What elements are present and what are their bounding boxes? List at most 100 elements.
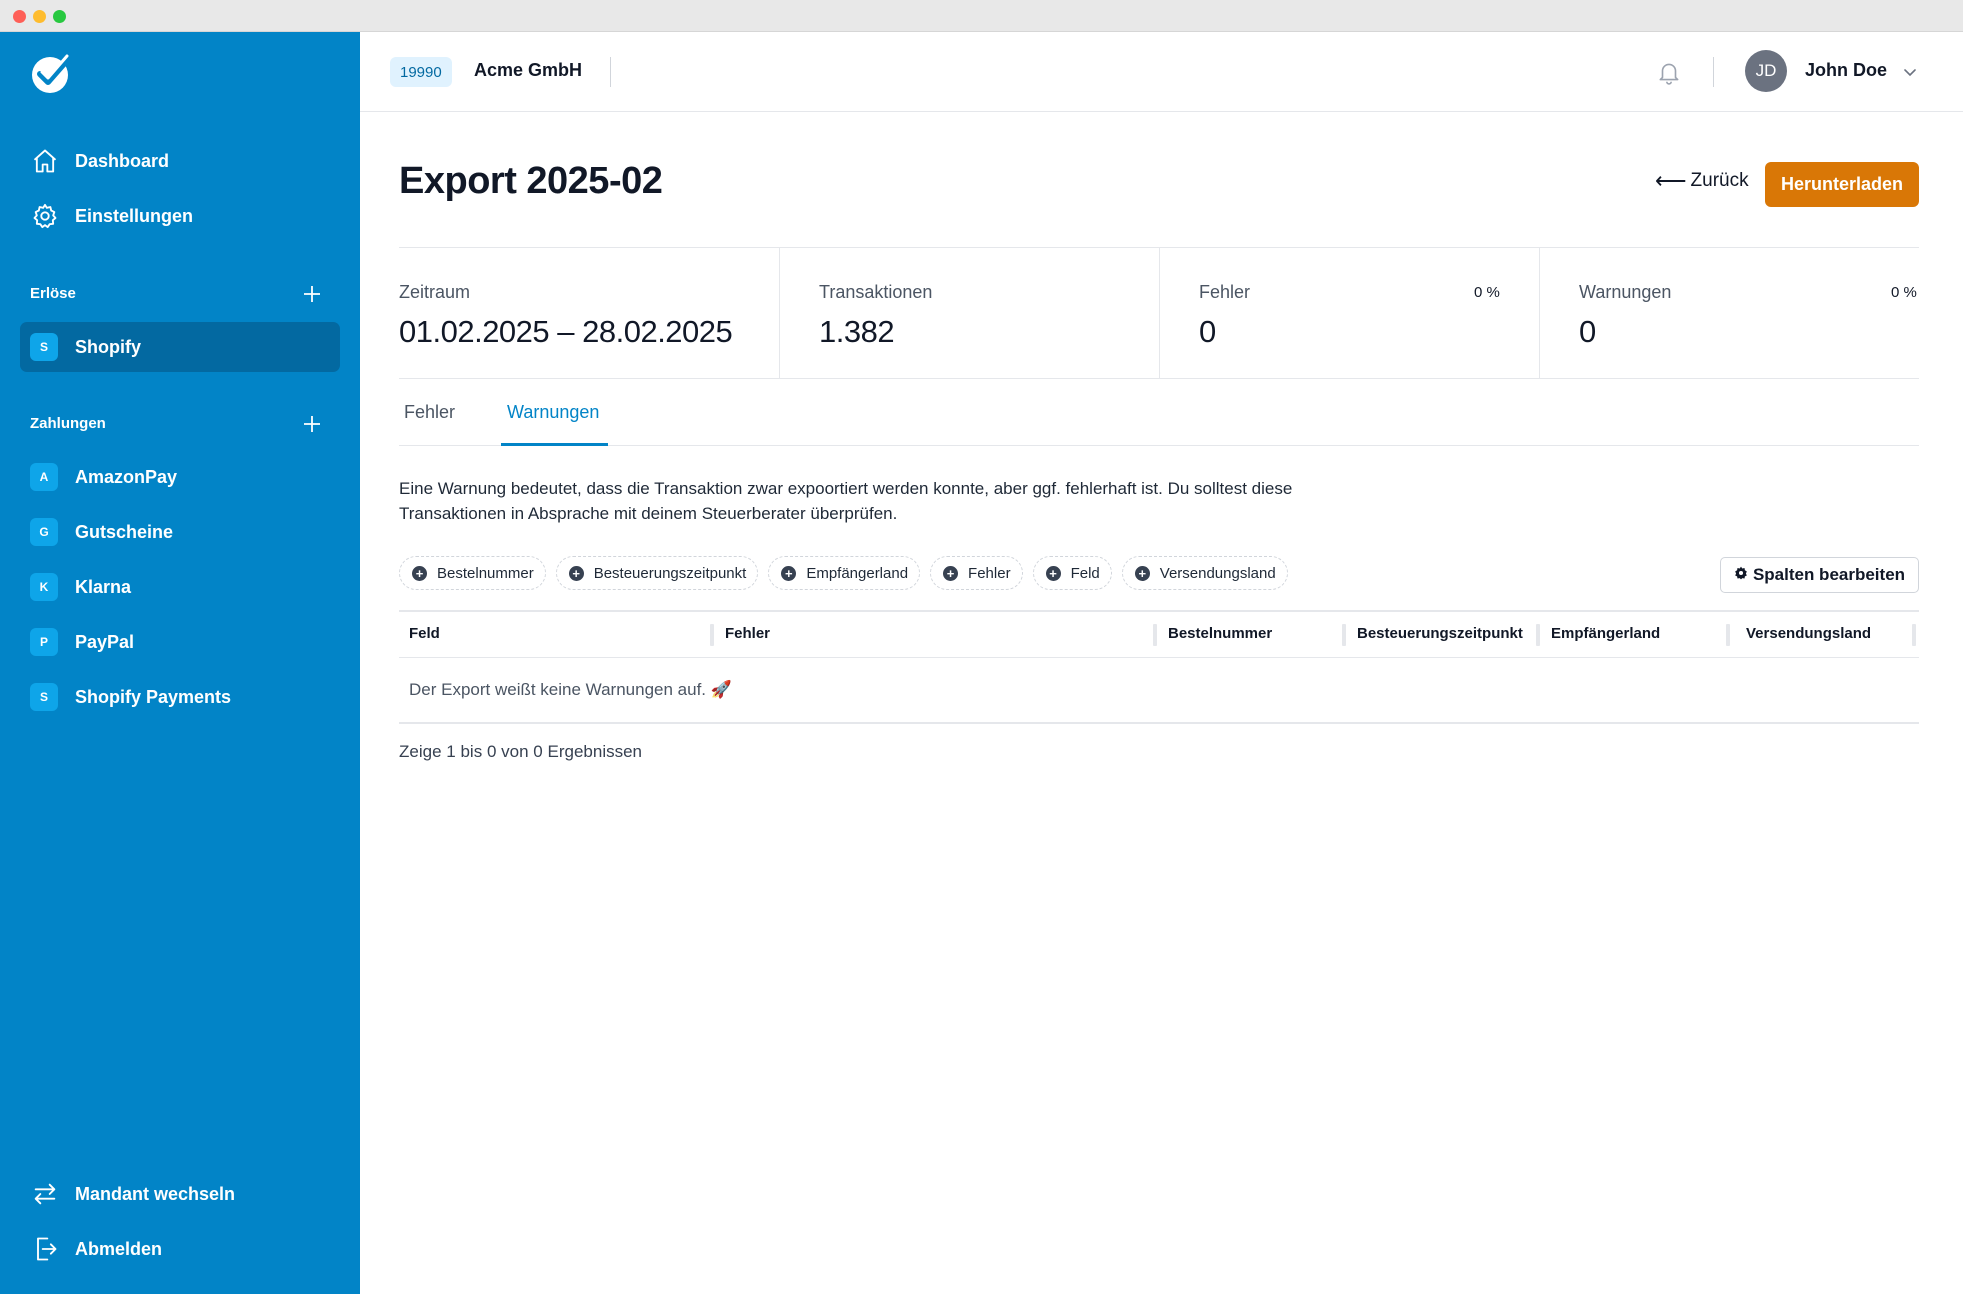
stat-label: Transaktionen bbox=[819, 282, 933, 302]
plus-circle-icon: + bbox=[943, 565, 959, 581]
filter-label: Empfängerland bbox=[806, 564, 909, 582]
chevron-down-icon[interactable] bbox=[1900, 62, 1920, 82]
plus-circle-icon: + bbox=[568, 565, 584, 581]
download-button[interactable]: Herunterladen bbox=[1765, 162, 1919, 207]
sidebar-item-label: Shopify bbox=[75, 336, 141, 357]
filter-chip-empfaengerland[interactable]: + Empfängerland bbox=[768, 556, 921, 590]
stat-label: Zeitraum bbox=[399, 282, 471, 302]
sidebar-item-label: Abmelden bbox=[75, 1238, 163, 1259]
sidebar-item-shopify-payments[interactable]: S Shopify Payments bbox=[20, 672, 340, 722]
filter-chip-feld[interactable]: + Feld bbox=[1032, 556, 1112, 590]
sidebar-item-dashboard[interactable]: Dashboard bbox=[20, 136, 340, 186]
back-label: Zurück bbox=[1690, 170, 1749, 191]
stat-percentage: 0 % bbox=[1474, 284, 1500, 301]
plus-circle-icon: + bbox=[412, 565, 427, 581]
plus-circle-icon: + bbox=[1134, 565, 1150, 581]
result-count-suffix: Ergebnissen bbox=[547, 742, 643, 761]
plus-circle-icon: + bbox=[1045, 565, 1061, 581]
sidebar-item-klarna[interactable]: K Klarna bbox=[20, 562, 340, 612]
column-header-empfaengerland[interactable]: Empfängerland bbox=[1551, 625, 1660, 642]
column-header-feld[interactable]: Feld bbox=[409, 625, 440, 642]
add-payment-source-button[interactable] bbox=[298, 410, 326, 438]
column-resize-handle[interactable] bbox=[710, 624, 714, 646]
column-header-fehler[interactable]: Fehler bbox=[725, 625, 770, 642]
column-resize-handle[interactable] bbox=[1726, 624, 1730, 646]
app-logo-icon[interactable] bbox=[29, 50, 75, 96]
tab-warnings[interactable]: Warnungen bbox=[507, 402, 599, 423]
stat-transactions: Transaktionen 1.382 bbox=[779, 248, 1159, 378]
plus-circle-icon: + bbox=[781, 565, 797, 581]
switch-tenant-button[interactable]: Mandant wechseln bbox=[20, 1169, 340, 1219]
plus-icon bbox=[304, 286, 320, 302]
active-tab-indicator bbox=[501, 443, 608, 446]
edit-columns-button[interactable]: Spalten bearbeiten bbox=[1720, 557, 1919, 593]
source-badge: P bbox=[30, 628, 58, 656]
user-name[interactable]: John Doe bbox=[1805, 60, 1887, 81]
maximize-window-button[interactable] bbox=[53, 10, 66, 23]
result-count-from: 1 bbox=[446, 742, 456, 761]
sidebar-item-label: Gutscheine bbox=[75, 521, 174, 542]
window-titlebar bbox=[0, 0, 1963, 32]
filter-chip-versendungsland[interactable]: + Versendungsland bbox=[1121, 556, 1288, 590]
tenant-name: Acme GmbH bbox=[474, 60, 583, 80]
stat-value: 01.02.2025 – 28.02.2025 bbox=[399, 314, 733, 349]
notifications-bell-icon[interactable] bbox=[1653, 56, 1685, 88]
result-count-total: 0 bbox=[533, 742, 543, 761]
plus-icon bbox=[304, 416, 320, 432]
avatar[interactable]: JD bbox=[1745, 50, 1787, 92]
stat-value: 0 bbox=[1199, 314, 1216, 349]
source-badge: S bbox=[30, 333, 58, 361]
top-header: 19990 Acme GmbH JD John Doe bbox=[360, 32, 1963, 112]
stat-percentage: 0 % bbox=[1891, 284, 1917, 301]
filter-chip-besteuerungszeitpunkt[interactable]: + Besteuerungszeitpunkt bbox=[555, 556, 759, 590]
table-empty-row: Der Export weißt keine Warnungen auf. 🚀 bbox=[399, 658, 1919, 724]
close-window-button[interactable] bbox=[13, 10, 26, 23]
stat-value: 1.382 bbox=[819, 314, 895, 349]
column-resize-handle[interactable] bbox=[1342, 624, 1346, 646]
gear-icon bbox=[30, 201, 60, 231]
column-resize-handle[interactable] bbox=[1153, 624, 1157, 646]
filter-label: Besteuerungszeitpunkt bbox=[593, 564, 747, 582]
filter-chip-fehler[interactable]: + Fehler bbox=[930, 556, 1023, 590]
gear-icon bbox=[1734, 565, 1748, 585]
home-icon bbox=[30, 146, 60, 176]
filter-label: Feld bbox=[1070, 564, 1100, 582]
logout-icon bbox=[30, 1234, 60, 1264]
sidebar-item-amazonpay[interactable]: A AmazonPay bbox=[20, 452, 340, 502]
header-divider bbox=[1713, 57, 1714, 87]
source-badge: S bbox=[30, 683, 58, 711]
column-resize-handle[interactable] bbox=[1536, 624, 1540, 646]
column-header-bestelnummer[interactable]: Bestelnummer bbox=[1168, 625, 1272, 642]
sidebar-item-paypal[interactable]: P PayPal bbox=[20, 617, 340, 667]
stat-period: Zeitraum 01.02.2025 – 28.02.2025 bbox=[399, 248, 779, 378]
source-badge: A bbox=[30, 463, 58, 491]
page-title: Export 2025-02 bbox=[399, 160, 663, 202]
filter-label: Bestelnummer bbox=[437, 564, 534, 582]
sidebar-item-label: PayPal bbox=[75, 631, 135, 652]
logout-button[interactable]: Abmelden bbox=[20, 1224, 340, 1274]
filter-chip-bestelnummer[interactable]: + Bestelnummer bbox=[399, 556, 546, 590]
sidebar: Dashboard Einstellungen Erlöse S Shopify… bbox=[0, 32, 360, 1294]
header-divider bbox=[610, 57, 611, 87]
warnings-table: Feld Fehler Bestelnummer Besteuerungszei… bbox=[399, 610, 1919, 724]
sidebar-item-label: Shopify Payments bbox=[75, 686, 232, 707]
sidebar-item-gutscheine[interactable]: G Gutscheine bbox=[20, 507, 340, 557]
filter-label: Versendungsland bbox=[1159, 564, 1276, 582]
column-header-besteuerungszeitpunkt[interactable]: Besteuerungszeitpunkt bbox=[1357, 625, 1523, 642]
source-badge: G bbox=[30, 518, 58, 546]
column-header-versendungsland[interactable]: Versendungsland bbox=[1746, 625, 1871, 642]
tab-errors[interactable]: Fehler bbox=[404, 402, 455, 423]
section-title-payments: Zahlungen bbox=[30, 415, 106, 432]
back-button[interactable]: ⟵ Zurück bbox=[1655, 170, 1749, 192]
sidebar-item-shopify[interactable]: S Shopify bbox=[20, 322, 340, 372]
sidebar-item-label: Dashboard bbox=[75, 150, 170, 171]
add-revenue-source-button[interactable] bbox=[298, 280, 326, 308]
result-count-to: 0 bbox=[486, 742, 497, 761]
stat-errors: Fehler 0 0 % bbox=[1159, 248, 1539, 378]
minimize-window-button[interactable] bbox=[33, 10, 46, 23]
sidebar-item-label: Klarna bbox=[75, 576, 132, 597]
sidebar-item-settings[interactable]: Einstellungen bbox=[20, 191, 340, 241]
sidebar-item-label: Mandant wechseln bbox=[75, 1183, 236, 1204]
column-resize-handle[interactable] bbox=[1912, 624, 1916, 646]
result-count: Zeige 1 bis 0 von 0 Ergebnissen bbox=[399, 742, 642, 762]
